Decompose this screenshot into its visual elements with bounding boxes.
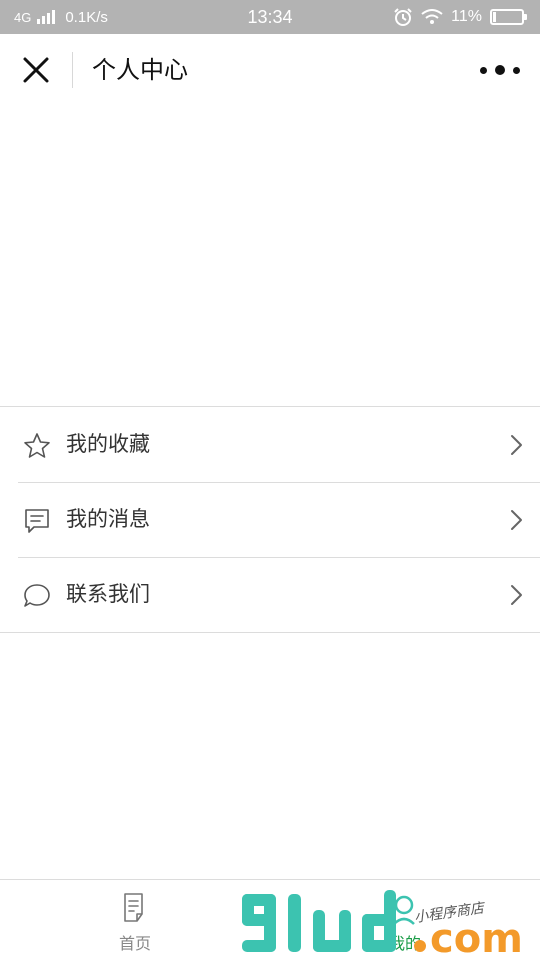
more-dot-icon <box>480 66 487 74</box>
menu-item-label: 联系我们 <box>66 582 150 606</box>
tab-label: 我的 <box>388 934 421 953</box>
menu-item-label: 我的消息 <box>66 507 150 531</box>
nav-divider <box>72 52 73 88</box>
status-bar: 4G 0.1K/s 13:34 11% <box>0 0 540 34</box>
close-icon[interactable] <box>20 54 52 86</box>
battery-fill <box>493 12 496 22</box>
menu-list: 我的收藏 我的消息 联系我们 <box>0 406 540 633</box>
document-icon <box>124 893 143 922</box>
menu-item-contact[interactable]: 联系我们 <box>0 557 540 632</box>
wifi-icon <box>421 9 443 24</box>
menu-item-messages[interactable]: 我的消息 <box>0 482 540 557</box>
chevron-right-icon <box>511 585 522 605</box>
alarm-icon <box>394 8 412 26</box>
battery-icon <box>490 9 527 25</box>
more-dot-icon <box>513 66 520 74</box>
tab-bar: 首页 我的 <box>0 879 540 960</box>
star-icon <box>24 433 50 458</box>
tab-mine[interactable]: 我的 <box>270 880 540 960</box>
more-options-button[interactable] <box>480 56 520 84</box>
message-icon <box>25 509 49 533</box>
status-right: 11% <box>393 0 527 34</box>
menu-item-favorites[interactable]: 我的收藏 <box>0 407 540 482</box>
more-dot-icon <box>495 65 505 75</box>
nav-bar: 个人中心 <box>0 34 540 106</box>
page-title: 个人中心 <box>92 56 188 84</box>
chevron-right-icon <box>511 435 522 455</box>
chat-bubble-icon <box>24 584 50 607</box>
tab-label: 首页 <box>118 934 151 953</box>
battery-percent: 11% <box>451 8 482 25</box>
tab-home[interactable]: 首页 <box>0 880 270 960</box>
menu-item-label: 我的收藏 <box>66 432 150 456</box>
chevron-right-icon <box>511 510 522 530</box>
